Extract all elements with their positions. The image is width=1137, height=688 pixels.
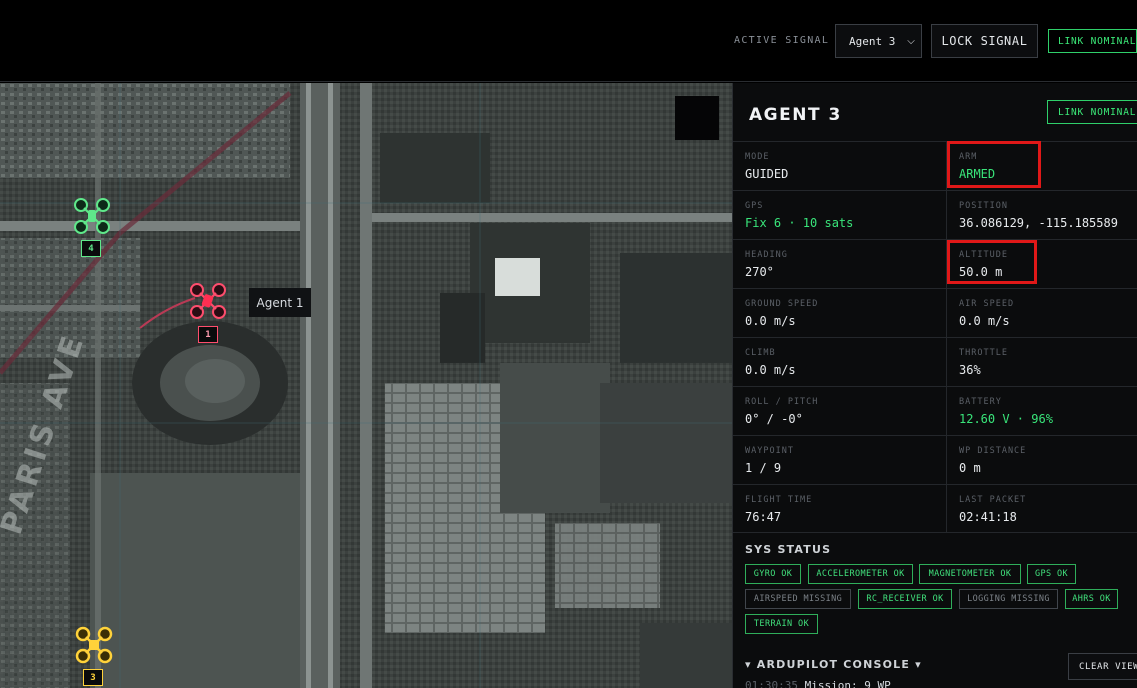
telemetry-key: ROLL / PITCH [745,397,819,407]
sys-status-title: SYS STATUS [745,543,832,556]
agent-select[interactable]: Agent 3 ⌵ [835,24,922,58]
telemetry-key: WAYPOINT [745,446,794,456]
telemetry-value: GUIDED [745,167,789,181]
telemetry-cell-throttle: THROTTLE 36% [947,337,1137,386]
telemetry-value: 76:47 [745,510,782,524]
telemetry-cell-climb: CLIMB 0.0 m/s [733,337,947,386]
sys-status-chip: ACCELEROMETER OK [808,564,913,584]
drone-tag: 1 [198,326,218,343]
telemetry-cell-mode: MODE GUIDED [733,141,947,190]
telemetry-value: 270° [745,265,774,279]
telemetry-cell-waypoint: WAYPOINT 1 / 9 [733,435,947,484]
drone-tag: 4 [81,240,101,257]
telemetry-value: 0° / -0° [745,412,803,426]
telemetry-value: Fix 6 · 10 sats [745,216,854,230]
drone-marker-3[interactable] [74,625,114,665]
telemetry-cell-wp-distance: WP DISTANCE 0 m [947,435,1137,484]
telemetry-key: THROTTLE [959,348,1008,358]
map-view[interactable]: PARIS AVE 4 1 Agent 1 3 [0,83,732,688]
sys-status-chip: GPS OK [1027,564,1076,584]
telemetry-cell-air-speed: AIR SPEED 0.0 m/s [947,288,1137,337]
arm-highlight-box [947,141,1041,188]
top-bar: ACTIVE SIGNAL Agent 3 ⌵ LOCK SIGNAL LINK… [0,0,1137,82]
telemetry-cell-gps: GPS Fix 6 · 10 sats [733,190,947,239]
panel-link-status-badge: LINK NOMINAL [1047,100,1137,124]
telemetry-key: AIR SPEED [959,299,1015,309]
quadcopter-icon [190,283,226,319]
lock-signal-button[interactable]: LOCK SIGNAL [931,24,1038,58]
console-timestamp: 01:30:35 [745,679,798,688]
console-toggle[interactable]: ▾ ARDUPILOT CONSOLE ▾ [745,658,922,671]
chevron-down-icon: ⌵ [907,35,915,47]
map-control-button[interactable] [675,96,719,140]
telemetry-key: BATTERY [959,397,1002,407]
drone-marker-4[interactable] [72,196,112,236]
telemetry-key: MODE [745,152,770,162]
telemetry-cell-roll-pitch: ROLL / PITCH 0° / -0° [733,386,947,435]
drone-tag: 3 [83,669,103,686]
agent-detail-panel: AGENT 3 LINK NOMINAL MODE GUIDED ARM ARM… [732,83,1137,688]
console-line: 01:30:35 Mission: 9 WP [745,679,891,688]
telemetry-cell-heading: HEADING 270° [733,239,947,288]
sys-status-chip: LOGGING MISSING [959,589,1058,609]
quadcopter-icon [74,198,110,234]
telemetry-cell-flight-time: FLIGHT TIME 76:47 [733,484,947,533]
telemetry-cell-last-packet: LAST PACKET 02:41:18 [947,484,1137,533]
drone-marker-1[interactable] [188,281,228,321]
telemetry-cell-ground-speed: GROUND SPEED 0.0 m/s [733,288,947,337]
telemetry-value: 0 m [959,461,981,475]
quadcopter-icon [75,626,113,664]
telemetry-value: 1 / 9 [745,461,782,475]
panel-title: AGENT 3 [749,105,842,125]
sys-status-chip: TERRAIN OK [745,614,818,634]
telemetry-value: 12.60 V · 96% [959,412,1053,426]
console-text: Mission: 9 WP [804,679,891,688]
telemetry-value: 02:41:18 [959,510,1017,524]
sys-status-chip: GYRO OK [745,564,801,584]
telemetry-cell-position: POSITION 36.086129, -115.185589 [947,190,1137,239]
telemetry-value: 0.0 m/s [745,363,796,377]
telemetry-key: WP DISTANCE [959,446,1027,456]
altitude-highlight-box [947,240,1037,284]
telemetry-key: GROUND SPEED [745,299,819,309]
telemetry-key: LAST PACKET [959,495,1027,505]
telemetry-value: 0.0 m/s [959,314,1010,328]
telemetry-key: FLIGHT TIME [745,495,813,505]
sys-status-chip: RC_RECEIVER OK [858,589,952,609]
satellite-imagery [0,83,732,688]
link-status-badge: LINK NOMINAL [1048,29,1137,53]
telemetry-key: GPS [745,201,764,211]
sys-status-chip: AHRS OK [1065,589,1118,609]
telemetry-key: HEADING [745,250,788,260]
telemetry-cell-battery: BATTERY 12.60 V · 96% [947,386,1137,435]
telemetry-value: 0.0 m/s [745,314,796,328]
sys-status-chip: AIRSPEED MISSING [745,589,851,609]
telemetry-value: 36.086129, -115.185589 [959,216,1118,230]
sys-status-chip: MAGNETOMETER OK [919,564,1021,584]
agent-select-value: Agent 3 [849,34,896,48]
telemetry-key: POSITION [959,201,1008,211]
telemetry-key: CLIMB [745,348,776,358]
drone-tooltip: Agent 1 [249,288,311,317]
active-signal-label: ACTIVE SIGNAL [734,35,830,46]
telemetry-value: 36% [959,363,981,377]
clear-view-button[interactable]: CLEAR VIEW [1068,653,1137,680]
